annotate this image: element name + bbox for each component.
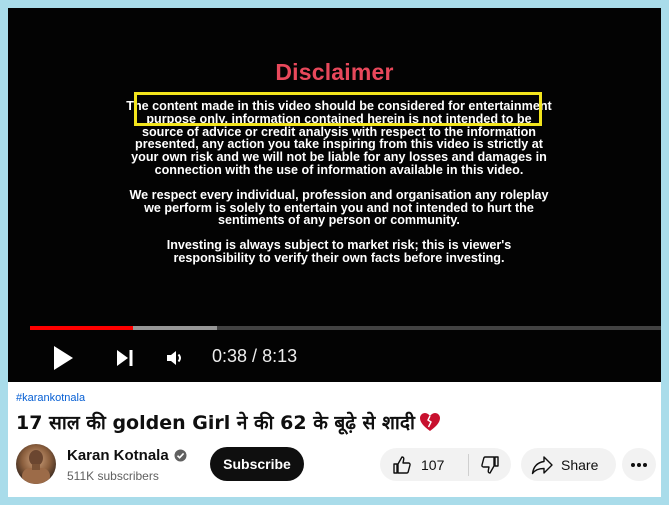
video-title: 17 साल की golden Girl ने की 62 के बूढ़े … <box>16 409 441 437</box>
dislike-button[interactable] <box>469 448 511 481</box>
volume-button[interactable] <box>164 347 186 369</box>
like-count: 107 <box>421 456 445 473</box>
share-arrow-icon <box>531 455 553 474</box>
time-separator: / <box>247 346 263 366</box>
disclaimer-paragraph: We respect every individual, profession … <box>129 187 549 228</box>
verified-check-icon <box>174 449 187 462</box>
like-button[interactable]: 107 <box>380 448 468 481</box>
like-dislike-group: 107 <box>380 448 511 481</box>
play-button[interactable] <box>50 345 76 371</box>
time-display: 0:38 / 8:13 <box>212 346 297 367</box>
disclaimer-text: The content made in this video should be… <box>126 100 552 277</box>
broken-heart-icon <box>419 412 441 437</box>
next-button[interactable] <box>114 347 136 369</box>
duration: 8:13 <box>262 346 298 366</box>
more-dots-icon <box>631 462 647 467</box>
highlight-box <box>134 92 542 126</box>
hashtag-link[interactable]: #karankotnala <box>16 392 85 404</box>
thumbs-up-icon <box>393 455 411 474</box>
disclaimer-paragraph: Investing is always subject to market ri… <box>166 238 512 265</box>
volume-icon <box>167 351 181 365</box>
video-title-text: 17 साल की golden Girl ने की 62 के बूढ़े … <box>16 412 415 434</box>
channel-name[interactable]: Karan Kotnala <box>67 447 187 464</box>
channel-avatar[interactable] <box>16 444 56 484</box>
share-label: Share <box>561 456 599 473</box>
channel-name-text[interactable]: Karan Kotnala <box>67 447 169 464</box>
current-time: 0:38 <box>212 346 248 366</box>
disclaimer-title: Disclaimer <box>275 59 394 85</box>
video-player[interactable]: Disclaimer The content made in this vide… <box>8 8 661 382</box>
skip-next-icon <box>117 350 133 366</box>
more-actions-button[interactable] <box>622 448 656 481</box>
progress-bar[interactable] <box>30 326 661 330</box>
play-icon <box>54 346 73 370</box>
share-button[interactable]: Share <box>521 448 616 481</box>
progress-played <box>30 326 133 330</box>
subscribe-button[interactable]: Subscribe <box>210 447 304 481</box>
page: Disclaimer The content made in this vide… <box>8 8 661 497</box>
avatar-image <box>22 450 50 484</box>
thumbs-down-icon <box>481 455 499 474</box>
subscriber-count: 511K subscribers <box>67 469 159 483</box>
